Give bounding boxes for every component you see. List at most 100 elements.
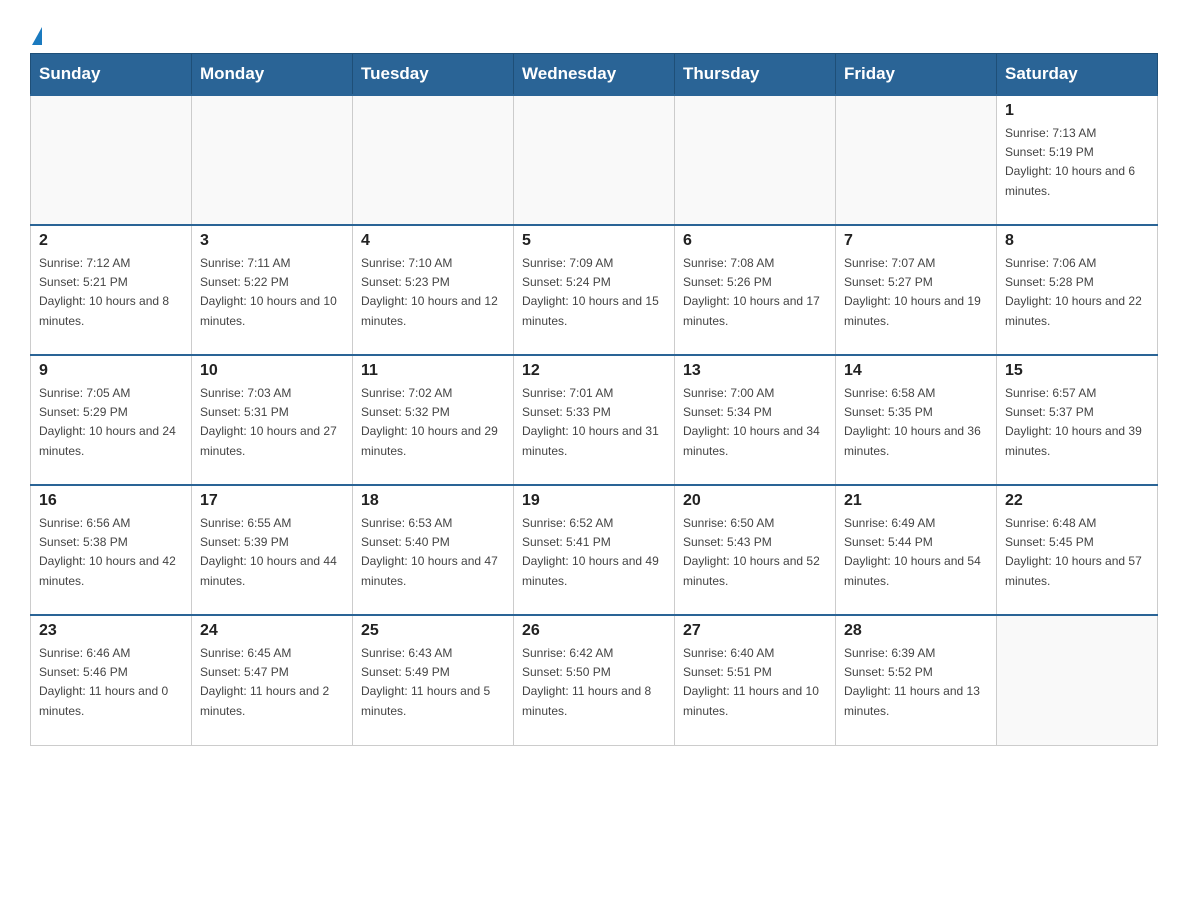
column-header-wednesday: Wednesday — [514, 54, 675, 96]
day-number: 13 — [683, 362, 827, 380]
calendar-cell: 21 Sunrise: 6:49 AMSunset: 5:44 PMDayligh… — [836, 485, 997, 615]
calendar-cell — [514, 95, 675, 225]
calendar-cell: 22 Sunrise: 6:48 AMSunset: 5:45 PMDayligh… — [997, 485, 1158, 615]
day-number: 23 — [39, 622, 183, 640]
calendar-cell: 2 Sunrise: 7:12 AMSunset: 5:21 PMDaylight… — [31, 225, 192, 355]
day-number: 14 — [844, 362, 988, 380]
day-info: Sunrise: 7:01 AMSunset: 5:33 PMDaylight:… — [522, 384, 666, 461]
day-number: 2 — [39, 232, 183, 250]
calendar-cell: 8Sunrise: 7:06 AMSunset: 5:28 PMDaylight… — [997, 225, 1158, 355]
day-number: 9 — [39, 362, 183, 380]
day-info: Sunrise: 6:53 AMSunset: 5:40 PMDaylight:… — [361, 514, 505, 591]
day-number: 5 — [522, 232, 666, 250]
calendar-cell: 11 Sunrise: 7:02 AMSunset: 5:32 PMDayligh… — [353, 355, 514, 485]
week-row-4: 16 Sunrise: 6:56 AMSunset: 5:38 PMDayligh… — [31, 485, 1158, 615]
day-info: Sunrise: 6:56 AMSunset: 5:38 PMDaylight:… — [39, 514, 183, 591]
calendar-cell: 25Sunrise: 6:43 AMSunset: 5:49 PMDayligh… — [353, 615, 514, 745]
day-info: Sunrise: 6:58 AMSunset: 5:35 PMDaylight:… — [844, 384, 988, 461]
day-number: 28 — [844, 622, 988, 640]
day-info: Sunrise: 7:08 AMSunset: 5:26 PMDaylight:… — [683, 254, 827, 331]
calendar-cell: 14 Sunrise: 6:58 AMSunset: 5:35 PMDayligh… — [836, 355, 997, 485]
week-row-2: 2 Sunrise: 7:12 AMSunset: 5:21 PMDaylight… — [31, 225, 1158, 355]
day-number: 8 — [1005, 232, 1149, 250]
week-row-5: 23 Sunrise: 6:46 AMSunset: 5:46 PMDayligh… — [31, 615, 1158, 745]
day-number: 24 — [200, 622, 344, 640]
day-info: Sunrise: 7:09 AMSunset: 5:24 PMDaylight:… — [522, 254, 666, 331]
day-number: 26 — [522, 622, 666, 640]
day-number: 27 — [683, 622, 827, 640]
calendar-cell: 17 Sunrise: 6:55 AMSunset: 5:39 PMDayligh… — [192, 485, 353, 615]
calendar-cell: 23 Sunrise: 6:46 AMSunset: 5:46 PMDayligh… — [31, 615, 192, 745]
week-row-1: 1 Sunrise: 7:13 AMSunset: 5:19 PMDaylight… — [31, 95, 1158, 225]
day-number: 16 — [39, 492, 183, 510]
calendar-cell — [997, 615, 1158, 745]
calendar-cell: 4 Sunrise: 7:10 AMSunset: 5:23 PMDaylight… — [353, 225, 514, 355]
day-number: 10 — [200, 362, 344, 380]
day-info: Sunrise: 6:40 AMSunset: 5:51 PMDaylight:… — [683, 644, 827, 721]
calendar-cell: 5 Sunrise: 7:09 AMSunset: 5:24 PMDaylight… — [514, 225, 675, 355]
calendar-cell — [353, 95, 514, 225]
calendar-cell: 6 Sunrise: 7:08 AMSunset: 5:26 PMDaylight… — [675, 225, 836, 355]
calendar-cell: 20 Sunrise: 6:50 AMSunset: 5:43 PMDayligh… — [675, 485, 836, 615]
calendar-cell: 28 Sunrise: 6:39 AMSunset: 5:52 PMDayligh… — [836, 615, 997, 745]
day-number: 4 — [361, 232, 505, 250]
day-number: 20 — [683, 492, 827, 510]
logo-triangle-icon — [32, 27, 42, 45]
day-number: 11 — [361, 362, 505, 380]
day-info: Sunrise: 7:12 AMSunset: 5:21 PMDaylight:… — [39, 254, 183, 331]
page-header — [30, 20, 1158, 43]
day-info: Sunrise: 6:52 AMSunset: 5:41 PMDaylight:… — [522, 514, 666, 591]
day-number: 22 — [1005, 492, 1149, 510]
day-info: Sunrise: 6:50 AMSunset: 5:43 PMDaylight:… — [683, 514, 827, 591]
calendar-cell: 27 Sunrise: 6:40 AMSunset: 5:51 PMDayligh… — [675, 615, 836, 745]
day-info: Sunrise: 7:02 AMSunset: 5:32 PMDaylight:… — [361, 384, 505, 461]
calendar-cell: 15 Sunrise: 6:57 AMSunset: 5:37 PMDayligh… — [997, 355, 1158, 485]
calendar-cell: 26Sunrise: 6:42 AMSunset: 5:50 PMDayligh… — [514, 615, 675, 745]
day-number: 19 — [522, 492, 666, 510]
calendar-header-row: SundayMondayTuesdayWednesdayThursdayFrid… — [31, 54, 1158, 96]
column-header-tuesday: Tuesday — [353, 54, 514, 96]
calendar-cell — [836, 95, 997, 225]
column-header-friday: Friday — [836, 54, 997, 96]
day-info: Sunrise: 7:03 AMSunset: 5:31 PMDaylight:… — [200, 384, 344, 461]
calendar-cell: 3 Sunrise: 7:11 AMSunset: 5:22 PMDaylight… — [192, 225, 353, 355]
calendar-cell — [31, 95, 192, 225]
day-info: Sunrise: 6:57 AMSunset: 5:37 PMDaylight:… — [1005, 384, 1149, 461]
day-info: Sunrise: 7:10 AMSunset: 5:23 PMDaylight:… — [361, 254, 505, 331]
day-number: 12 — [522, 362, 666, 380]
day-info: Sunrise: 6:46 AMSunset: 5:46 PMDaylight:… — [39, 644, 183, 721]
day-number: 15 — [1005, 362, 1149, 380]
calendar-table: SundayMondayTuesdayWednesdayThursdayFrid… — [30, 53, 1158, 746]
day-info: Sunrise: 6:55 AMSunset: 5:39 PMDaylight:… — [200, 514, 344, 591]
calendar-cell: 18 Sunrise: 6:53 AMSunset: 5:40 PMDayligh… — [353, 485, 514, 615]
day-info: Sunrise: 7:05 AMSunset: 5:29 PMDaylight:… — [39, 384, 183, 461]
day-number: 21 — [844, 492, 988, 510]
day-number: 7 — [844, 232, 988, 250]
column-header-thursday: Thursday — [675, 54, 836, 96]
column-header-monday: Monday — [192, 54, 353, 96]
calendar-cell: 7 Sunrise: 7:07 AMSunset: 5:27 PMDaylight… — [836, 225, 997, 355]
calendar-cell: 9 Sunrise: 7:05 AMSunset: 5:29 PMDaylight… — [31, 355, 192, 485]
calendar-cell: 13Sunrise: 7:00 AMSunset: 5:34 PMDayligh… — [675, 355, 836, 485]
day-number: 18 — [361, 492, 505, 510]
calendar-cell: 10 Sunrise: 7:03 AMSunset: 5:31 PMDayligh… — [192, 355, 353, 485]
day-info: Sunrise: 7:13 AMSunset: 5:19 PMDaylight:… — [1005, 124, 1149, 201]
day-info: Sunrise: 6:45 AMSunset: 5:47 PMDaylight:… — [200, 644, 344, 721]
calendar-cell — [675, 95, 836, 225]
day-info: Sunrise: 6:49 AMSunset: 5:44 PMDaylight:… — [844, 514, 988, 591]
day-number: 3 — [200, 232, 344, 250]
logo — [30, 20, 43, 43]
calendar-cell — [192, 95, 353, 225]
calendar-cell: 12 Sunrise: 7:01 AMSunset: 5:33 PMDayligh… — [514, 355, 675, 485]
day-number: 17 — [200, 492, 344, 510]
day-info: Sunrise: 7:07 AMSunset: 5:27 PMDaylight:… — [844, 254, 988, 331]
column-header-saturday: Saturday — [997, 54, 1158, 96]
day-number: 6 — [683, 232, 827, 250]
day-info: Sunrise: 7:11 AMSunset: 5:22 PMDaylight:… — [200, 254, 344, 331]
day-number: 1 — [1005, 102, 1149, 120]
day-info: Sunrise: 6:48 AMSunset: 5:45 PMDaylight:… — [1005, 514, 1149, 591]
calendar-cell: 1 Sunrise: 7:13 AMSunset: 5:19 PMDaylight… — [997, 95, 1158, 225]
week-row-3: 9 Sunrise: 7:05 AMSunset: 5:29 PMDaylight… — [31, 355, 1158, 485]
day-info: Sunrise: 6:39 AMSunset: 5:52 PMDaylight:… — [844, 644, 988, 721]
calendar-cell: 19 Sunrise: 6:52 AMSunset: 5:41 PMDayligh… — [514, 485, 675, 615]
